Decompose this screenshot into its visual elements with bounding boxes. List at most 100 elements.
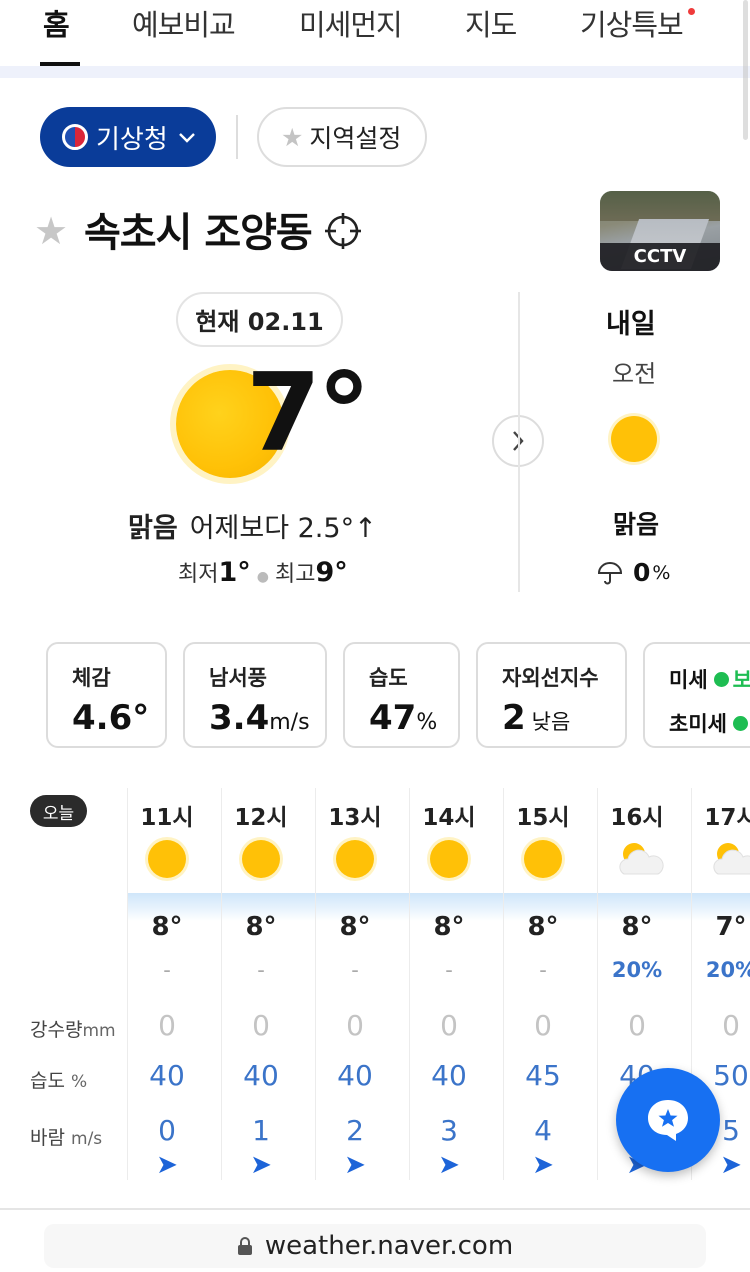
scrollbar[interactable] (743, 0, 748, 140)
today-badge: 오늘 (30, 795, 87, 827)
pm10-label: 미세 (669, 668, 708, 692)
hour-temperature: 8° (527, 912, 559, 942)
humidity-value: 40 (243, 1059, 279, 1092)
min-value: 1° (218, 557, 251, 588)
wind-direction-icon: ➤ (344, 1150, 366, 1180)
uv-card[interactable]: 자외선지수 2 낮음 (476, 642, 627, 748)
sun-icon (611, 416, 657, 462)
wind-direction-label: 남서풍 (209, 666, 267, 690)
precip-probability: - (257, 958, 265, 982)
divider (236, 115, 238, 159)
star-icon: ★ (281, 122, 304, 152)
tomorrow-rain-chance: 0% (597, 558, 670, 587)
tab-weather-alert[interactable]: 기상특보 (580, 2, 684, 44)
feels-like-card[interactable]: 체감 4.6° (46, 642, 167, 748)
uv-level: 낮음 (531, 710, 571, 734)
humidity-unit: % (71, 1072, 88, 1092)
region-setting-button[interactable]: ★ 지역설정 (257, 107, 427, 167)
hour-label: 13시 (328, 805, 382, 831)
hour-label: 11시 (140, 805, 194, 831)
cctv-thumbnail[interactable]: CCTV (600, 191, 720, 271)
sun-icon (430, 840, 468, 878)
pm10-status: 보 (732, 668, 750, 692)
tomorrow-rain-value: 0 (633, 558, 651, 587)
provider-label: 기상청 (96, 124, 168, 155)
nav-divider-band (0, 66, 750, 78)
status-dot (713, 671, 729, 687)
uv-value: 2 (502, 698, 526, 738)
pm25-label: 초미세 (669, 712, 727, 736)
uv-label: 자외선지수 (502, 666, 599, 690)
current-temperature: 7° (246, 351, 371, 476)
cctv-image-trees (600, 191, 720, 221)
taegeuk-icon (62, 124, 88, 150)
wind-speed: 4 (534, 1114, 552, 1147)
wind-unit: m/s (71, 1129, 103, 1149)
chevron-down-icon (178, 125, 196, 149)
hour-label: 12시 (234, 805, 288, 831)
location-name: 속초시 조양동 (84, 210, 313, 256)
yesterday-compare: 어제보다 2.5°↑ (189, 513, 377, 544)
tab-forecast-compare[interactable]: 예보비교 (132, 2, 236, 44)
rain-label: 강수량 (30, 1019, 83, 1041)
wind-direction-icon: ➤ (532, 1150, 554, 1180)
tab-map[interactable]: 지도 (465, 2, 517, 44)
current-location-icon[interactable] (324, 212, 362, 250)
precip-probability: 20% (705, 958, 750, 982)
divider (518, 292, 520, 592)
hour-label: 14시 (422, 805, 476, 831)
wind-value: 3.4 (209, 698, 270, 738)
partly-cloudy-icon (713, 843, 750, 875)
chatbot-fab-button[interactable] (616, 1068, 720, 1172)
sun-icon (524, 840, 562, 878)
feels-like-value: 4.6° (72, 698, 150, 738)
tab-home[interactable]: 홈 (43, 2, 70, 44)
wind-unit: m/s (269, 710, 310, 735)
rain-amount: 0 (252, 1009, 270, 1042)
wind-label: 바람 (30, 1127, 65, 1149)
wind-speed: 1 (252, 1114, 270, 1147)
wind-row-label: 바람 m/s (30, 1123, 102, 1150)
precip-probability: - (163, 958, 171, 982)
wind-speed: 2 (346, 1114, 364, 1147)
humidity-value: 40 (337, 1059, 373, 1092)
divider (0, 1208, 750, 1210)
current-date-pill: 현재 02.11 (176, 292, 343, 347)
chat-star-icon (648, 1100, 688, 1141)
provider-select-button[interactable]: 기상청 (40, 107, 216, 167)
precip-probability: - (445, 958, 453, 982)
humidity-unit: % (416, 710, 438, 735)
humidity-value: 45 (525, 1059, 561, 1092)
hour-temperature: 8° (245, 912, 277, 942)
wind-speed: 3 (440, 1114, 458, 1147)
rain-amount: 0 (722, 1009, 740, 1042)
fine-dust-card[interactable]: 미세 보 초미세 (643, 642, 750, 748)
humidity-row-label: 습도 % (30, 1066, 87, 1093)
address-bar[interactable]: weather.naver.com (44, 1224, 706, 1268)
sun-icon (148, 840, 186, 878)
rain-row-label: 강수량mm (30, 1015, 116, 1042)
umbrella-icon (597, 561, 623, 584)
alert-dot (688, 8, 695, 15)
humidity-value: 40 (431, 1059, 467, 1092)
humidity-value: 40 (149, 1059, 185, 1092)
min-label: 최저 (178, 562, 219, 587)
wind-direction-icon: ➤ (156, 1150, 178, 1180)
hour-temperature: 8° (151, 912, 183, 942)
url-text: weather.naver.com (264, 1231, 514, 1261)
humidity-value: 47 (369, 698, 417, 738)
tomorrow-period: 오전 (612, 360, 657, 388)
favorite-star-icon[interactable]: ★ (34, 209, 68, 253)
wind-direction-icon: ➤ (438, 1150, 460, 1180)
feels-like-label: 체감 (72, 666, 111, 690)
wind-direction-icon: ➤ (250, 1150, 272, 1180)
tab-fine-dust[interactable]: 미세먼지 (299, 2, 403, 44)
rain-amount: 0 (440, 1009, 458, 1042)
region-setting-label: 지역설정 (309, 124, 402, 153)
rain-amount: 0 (158, 1009, 176, 1042)
min-max-temperature: 최저1° ● 최고9° (178, 556, 348, 588)
sun-icon (336, 840, 374, 878)
wind-card[interactable]: 남서풍 3.4m/s (183, 642, 327, 748)
humidity-card[interactable]: 습도 47% (343, 642, 460, 748)
humidity-label: 습도 (30, 1070, 65, 1092)
